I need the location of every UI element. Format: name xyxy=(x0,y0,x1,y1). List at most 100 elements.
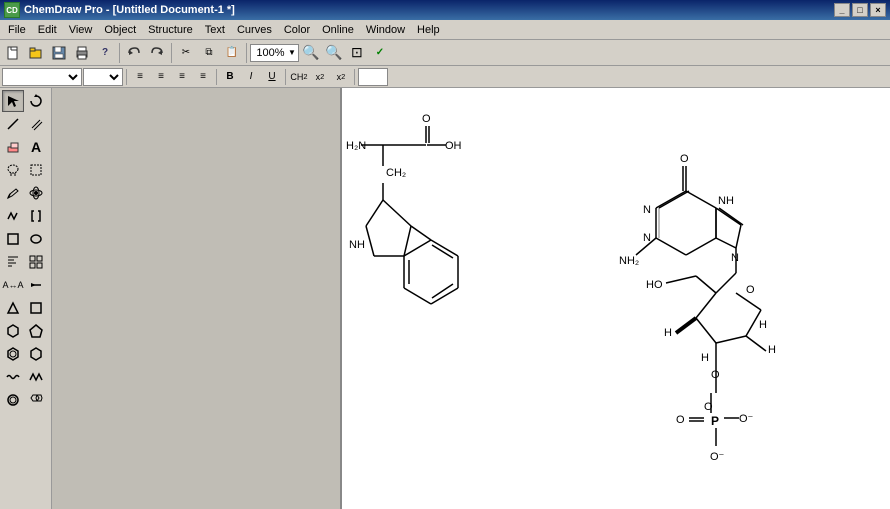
menu-online[interactable]: Online xyxy=(316,22,360,38)
menu-bar: File Edit View Object Structure Text Cur… xyxy=(0,20,890,40)
svg-text:NH: NH xyxy=(718,195,734,207)
menu-view[interactable]: View xyxy=(63,22,99,38)
style-btn-1[interactable] xyxy=(358,68,388,86)
tool-row-10 xyxy=(2,297,49,319)
svg-text:H: H xyxy=(759,319,767,331)
svg-text:CH₂: CH₂ xyxy=(386,167,406,179)
hexagon-tool[interactable] xyxy=(2,320,24,342)
bond-double-tool[interactable] xyxy=(25,113,47,135)
subscript-button[interactable]: CH2 xyxy=(289,68,309,86)
superscript-button[interactable]: x2 xyxy=(331,68,351,86)
periodic-tool[interactable] xyxy=(25,251,47,273)
window-controls[interactable]: _ □ × xyxy=(834,3,886,17)
check-button[interactable]: ✓ xyxy=(369,43,391,63)
menu-file[interactable]: File xyxy=(2,22,32,38)
pen-tool[interactable] xyxy=(2,182,24,204)
tool-row-5 xyxy=(2,182,49,204)
size-selector[interactable] xyxy=(83,68,123,86)
svg-text:O⁻: O⁻ xyxy=(739,413,754,425)
cyclohexane-tool[interactable] xyxy=(25,343,47,365)
tool-row-2 xyxy=(2,113,49,135)
canvas-area: O O H H₂N CH₂ xyxy=(52,88,890,509)
resize-text-tool[interactable]: A↔A xyxy=(2,274,24,296)
menu-color[interactable]: Color xyxy=(278,22,316,38)
menu-object[interactable]: Object xyxy=(98,22,142,38)
square-tool[interactable] xyxy=(25,297,47,319)
zoom-out-button[interactable]: 🔍 xyxy=(323,43,345,63)
zigzag-tool[interactable] xyxy=(25,366,47,388)
align-center-button[interactable]: ≡ xyxy=(151,68,171,86)
fused-ring-tool[interactable] xyxy=(25,389,47,411)
menu-structure[interactable]: Structure xyxy=(142,22,199,38)
template-tool[interactable] xyxy=(2,251,24,273)
align-justify-button[interactable]: ≡ xyxy=(193,68,213,86)
lasso-tool[interactable] xyxy=(2,159,24,181)
wave-tool[interactable] xyxy=(2,366,24,388)
bracket-tool[interactable] xyxy=(25,205,47,227)
text-tool[interactable]: A xyxy=(25,136,47,158)
menu-help[interactable]: Help xyxy=(411,22,446,38)
zoom-in-button[interactable]: 🔍 xyxy=(300,43,322,63)
font-selector[interactable] xyxy=(2,68,82,86)
benzene-tool[interactable] xyxy=(2,343,24,365)
svg-text:N: N xyxy=(643,232,651,244)
undo-button[interactable] xyxy=(123,43,145,63)
help-button[interactable]: ? xyxy=(94,43,116,63)
oval-tool[interactable] xyxy=(25,228,47,250)
chain-tool[interactable] xyxy=(2,205,24,227)
fmt-sep-3 xyxy=(285,69,286,85)
drawing-canvas[interactable]: O O H H₂N CH₂ xyxy=(342,88,890,509)
underline-button[interactable]: U xyxy=(262,68,282,86)
tool-row-8 xyxy=(2,251,49,273)
menu-edit[interactable]: Edit xyxy=(32,22,63,38)
zoom-level: 100% xyxy=(253,47,288,59)
tool-row-3: A xyxy=(2,136,49,158)
svg-text:HO: HO xyxy=(646,279,663,291)
menu-text[interactable]: Text xyxy=(199,22,231,38)
maximize-button[interactable]: □ xyxy=(852,3,868,17)
open-button[interactable] xyxy=(25,43,47,63)
fit-button[interactable]: ⊡ xyxy=(346,43,368,63)
pentagon-tool[interactable] xyxy=(25,320,47,342)
svg-text:O: O xyxy=(422,113,431,125)
arrow-tool[interactable] xyxy=(2,90,24,112)
svg-text:H₂N: H₂N xyxy=(346,140,366,152)
save-button[interactable] xyxy=(48,43,70,63)
menu-window[interactable]: Window xyxy=(360,22,411,38)
subscript2-button[interactable]: x2 xyxy=(310,68,330,86)
atom-tool[interactable] xyxy=(25,182,47,204)
toolbar-edit-section xyxy=(123,43,172,63)
ring-tool[interactable] xyxy=(2,389,24,411)
tool-row-13 xyxy=(2,366,49,388)
title-bar: CD ChemDraw Pro - [Untitled Document-1 *… xyxy=(0,0,890,20)
marquee-tool[interactable] xyxy=(25,159,47,181)
close-button[interactable]: × xyxy=(870,3,886,17)
rectangle-tool[interactable] xyxy=(2,228,24,250)
bond-single-tool[interactable] xyxy=(2,113,24,135)
minimize-button[interactable]: _ xyxy=(834,3,850,17)
redo-button[interactable] xyxy=(146,43,168,63)
bond-tool-2[interactable] xyxy=(25,274,47,296)
rotate-tool[interactable] xyxy=(25,90,47,112)
svg-text:P: P xyxy=(711,414,719,428)
italic-button[interactable]: I xyxy=(241,68,261,86)
gray-panel xyxy=(52,88,342,509)
copy-button[interactable]: ⧉ xyxy=(198,43,220,63)
paste-button[interactable]: 📋 xyxy=(221,43,243,63)
tool-row-1 xyxy=(2,90,49,112)
zoom-dropdown-icon[interactable]: ▼ xyxy=(288,48,296,57)
align-left-button[interactable]: ≡ xyxy=(130,68,150,86)
menu-curves[interactable]: Curves xyxy=(231,22,278,38)
svg-text:NH₂: NH₂ xyxy=(619,255,639,267)
bold-button[interactable]: B xyxy=(220,68,240,86)
toolbar-file-section: ? xyxy=(2,43,120,63)
align-right-button[interactable]: ≡ xyxy=(172,68,192,86)
cut-button[interactable]: ✂ xyxy=(175,43,197,63)
print-button[interactable] xyxy=(71,43,93,63)
svg-text:O: O xyxy=(746,284,755,296)
eraser-tool[interactable] xyxy=(2,136,24,158)
main-area: A xyxy=(0,88,890,509)
triangle-tool[interactable] xyxy=(2,297,24,319)
new-button[interactable] xyxy=(2,43,24,63)
left-toolbar: A xyxy=(0,88,52,509)
